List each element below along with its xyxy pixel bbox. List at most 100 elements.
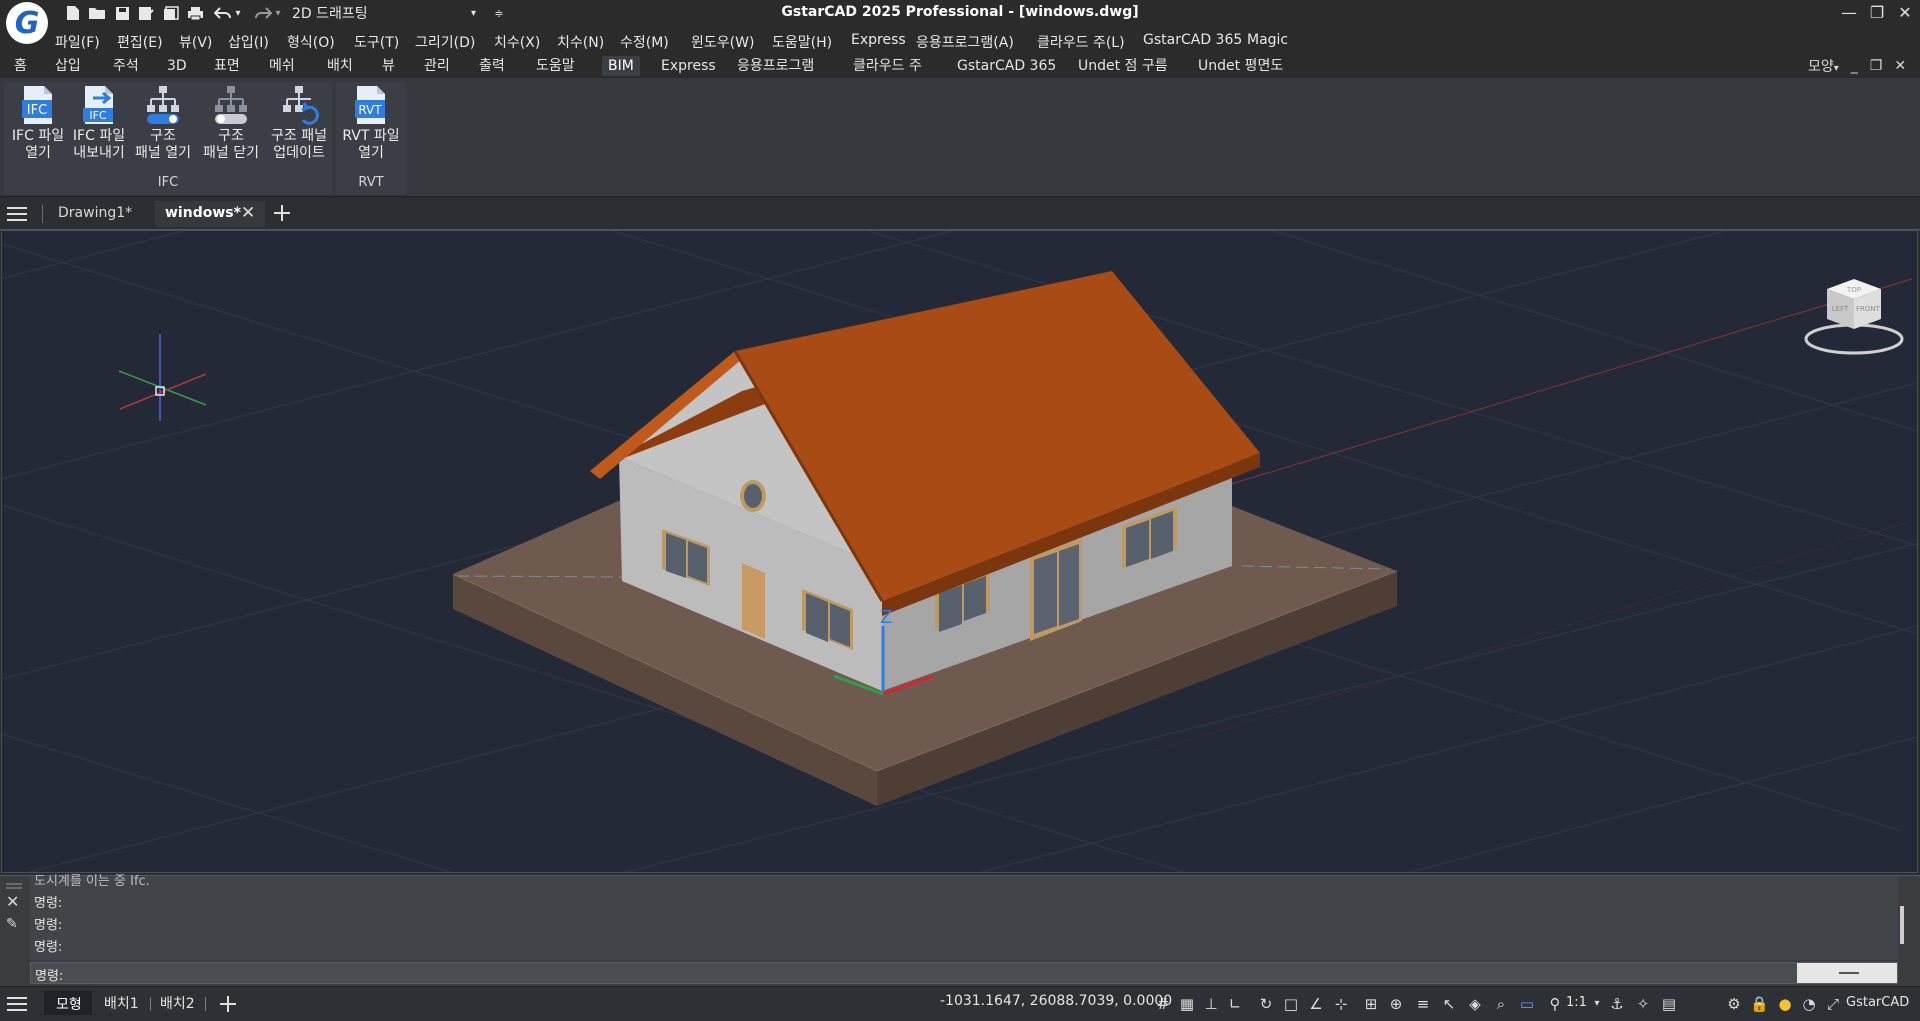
tab-insert[interactable]: 삽입 [55, 56, 81, 76]
hardware-acceleration-icon[interactable]: ◔ [1800, 995, 1818, 1013]
auto-scale-icon[interactable]: ✧ [1634, 995, 1652, 1013]
quick-properties-icon[interactable]: ⌕ [1492, 995, 1510, 1013]
ifc-open-button[interactable]: IFC IFC 파일 열기 [6, 84, 70, 162]
annotation-visibility-icon[interactable]: ⚓ [1608, 995, 1626, 1013]
menu-window[interactable]: 윈도우(W) [691, 32, 754, 52]
coordinates-readout[interactable]: -1031.1647, 26088.7039, 0.0000 [940, 993, 1172, 1009]
tab-applications[interactable]: 응용프로그램 [737, 56, 814, 76]
add-tab-icon[interactable] [272, 203, 294, 225]
layout-tab-layout2[interactable]: 배치2 [160, 993, 195, 1013]
clean-screen-icon[interactable]: ⤢ [1824, 995, 1842, 1013]
dynamic-input-icon[interactable]: ⊕ [1387, 995, 1405, 1013]
tab-manage[interactable]: 관리 [424, 56, 450, 76]
undo-dropdown-icon[interactable]: ▾ [232, 4, 244, 22]
tab-cloud[interactable]: 클라우드 주 [853, 56, 922, 76]
snap-tracking-icon[interactable]: ∠ [1307, 995, 1325, 1013]
menu-express[interactable]: Express [851, 32, 906, 48]
dynamic-ucs-icon[interactable]: ⊹ [1332, 995, 1350, 1013]
command-input[interactable]: 명령: [30, 962, 1898, 984]
ortho-mode-icon[interactable]: ∟ [1226, 995, 1244, 1013]
object-snap-icon[interactable]: □ [1282, 995, 1300, 1013]
drawing-viewport[interactable]: Z TOP LEFT FRONT [1, 230, 1918, 873]
infer-constraints-icon[interactable]: ⊥ [1202, 995, 1220, 1013]
structure-panel-close-button[interactable]: 구조 패널 닫기 [198, 84, 264, 162]
tab-output[interactable]: 출력 [479, 56, 505, 76]
polar-tracking-icon[interactable]: ↻ [1257, 995, 1275, 1013]
menu-cloud[interactable]: 클라우드 주(L) [1037, 32, 1125, 52]
tab-home[interactable]: 홈 [14, 56, 27, 76]
tab-3d[interactable]: 3D [167, 56, 187, 76]
menu-file[interactable]: 파일(F) [55, 32, 100, 52]
properties-table-icon[interactable]: ▤ [1660, 995, 1678, 1013]
tab-surface[interactable]: 표면 [214, 56, 240, 76]
tab-annotate[interactable]: 주석 [113, 56, 139, 76]
ifc-export-button[interactable]: IFC IFC 파일 내보내기 [66, 84, 132, 162]
close-tab-icon[interactable]: ✕ [241, 203, 255, 223]
viewport-icon[interactable]: ▭ [1518, 995, 1536, 1013]
minimize-icon[interactable]: — [1837, 2, 1861, 24]
app-logo-icon[interactable]: G [6, 2, 48, 44]
structure-panel-update-button[interactable]: 구조 패널 업데이트 [266, 84, 332, 162]
close-icon[interactable]: ✕ [1893, 2, 1917, 24]
annotation-scale-icon[interactable]: ⚲ [1546, 995, 1564, 1013]
menu-text[interactable]: 치수(X) [494, 32, 540, 52]
tab-express[interactable]: Express [661, 56, 716, 76]
menu-modify[interactable]: 수정(M) [620, 32, 669, 52]
layers-icon[interactable]: ◈ [1466, 995, 1484, 1013]
tab-undet-floor-plan[interactable]: Undet 평면도 [1198, 56, 1283, 76]
menu-magic[interactable]: Magic [1247, 32, 1288, 48]
menu-view[interactable]: 뷰(V) [179, 32, 212, 52]
tab-help[interactable]: 도움말 [536, 56, 575, 76]
command-options-icon[interactable]: ✎ [6, 916, 22, 932]
menu-gstarcad365[interactable]: GstarCAD 365 [1143, 32, 1242, 48]
save-icon[interactable] [113, 4, 131, 22]
doc-tab-windows[interactable]: windows* ✕ [155, 201, 265, 227]
add-layout-icon[interactable] [218, 994, 238, 1014]
tab-gstarcad365[interactable]: GstarCAD 365 [957, 56, 1056, 76]
layout-menu-icon[interactable] [6, 995, 30, 1013]
menu-dimension[interactable]: 치수(N) [557, 32, 604, 52]
settings-gear-icon[interactable]: ⚙ [1725, 995, 1743, 1013]
menu-applications[interactable]: 응용프로그램(A) [916, 32, 1014, 52]
undo-icon[interactable] [214, 4, 232, 22]
menu-edit[interactable]: 편집(E) [117, 32, 163, 52]
command-input-box[interactable] [1797, 963, 1897, 983]
redo-icon[interactable] [254, 4, 272, 22]
tab-bim[interactable]: BIM [602, 56, 640, 76]
menu-help[interactable]: 도움말(H) [772, 32, 832, 52]
rvt-open-button[interactable]: RVT RVT 파일 열기 [338, 84, 404, 162]
command-grip-icon[interactable] [6, 878, 22, 889]
menu-insert[interactable]: 삽입(I) [228, 32, 269, 52]
restore-icon[interactable]: ❐ [1865, 2, 1889, 24]
isolate-objects-icon[interactable]: ● [1776, 995, 1794, 1013]
menu-tools[interactable]: 도구(T) [354, 32, 399, 52]
structure-panel-open-button[interactable]: 구조 패널 열기 [130, 84, 196, 162]
lock-ui-icon[interactable]: 🔒 [1750, 995, 1769, 1013]
tab-layout[interactable]: 배치 [327, 56, 353, 76]
tab-undet-point-cloud[interactable]: Undet 점 구름 [1078, 56, 1168, 76]
open-folder-icon[interactable] [88, 4, 106, 22]
layout-tab-layout1[interactable]: 배치1 [104, 993, 139, 1013]
new-file-icon[interactable] [64, 4, 82, 22]
appearance-dropdown[interactable]: 모양▾ [1808, 56, 1839, 76]
menu-draw[interactable]: 그리기(D) [415, 32, 475, 52]
grid-snap-icon[interactable]: # [1154, 995, 1172, 1013]
workspace-selector[interactable]: 2D 드래프팅 ▾ [292, 3, 476, 23]
batch-save-icon[interactable] [162, 4, 180, 22]
layout-tab-model[interactable]: 모형 [44, 991, 92, 1015]
command-scrollbar[interactable] [1900, 906, 1904, 944]
tab-view[interactable]: 뷰 [382, 56, 395, 76]
selection-filter-icon[interactable]: ↖ [1440, 995, 1458, 1013]
save-as-icon[interactable] [137, 4, 155, 22]
grid-display-icon[interactable]: ▦ [1178, 995, 1196, 1013]
ribbon-close-icon[interactable]: ✕ [1894, 58, 1906, 74]
ribbon-minimize-icon[interactable]: _ [1851, 58, 1858, 74]
lineweight-icon[interactable]: ≡ [1414, 995, 1432, 1013]
menu-format[interactable]: 형식(O) [287, 32, 335, 52]
selection-cycling-icon[interactable]: ⊞ [1362, 995, 1380, 1013]
close-command-icon[interactable]: ✕ [6, 892, 22, 911]
viewcube[interactable]: TOP LEFT FRONT [1804, 279, 1904, 355]
doc-tab-drawing1[interactable]: Drawing1* [58, 205, 132, 221]
print-icon[interactable] [186, 4, 204, 22]
redo-dropdown-icon[interactable]: ▾ [272, 4, 284, 22]
